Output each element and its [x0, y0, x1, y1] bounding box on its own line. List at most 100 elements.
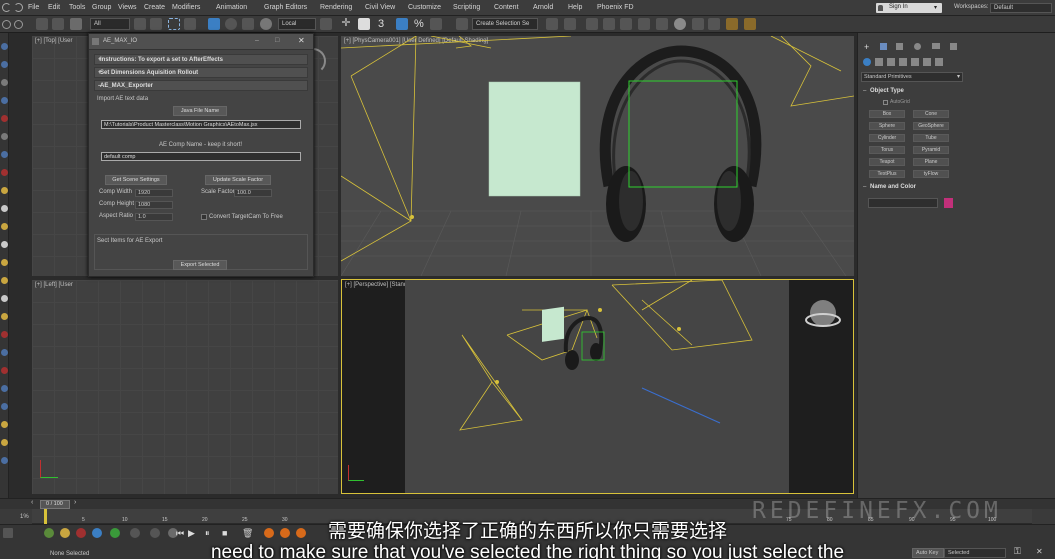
menu-animation[interactable]: Animation [216, 0, 247, 16]
export-selected-button[interactable]: Export Selected [173, 260, 227, 270]
sphere-button[interactable]: Sphere [869, 122, 905, 130]
object-type-header[interactable]: Object Type [870, 88, 904, 94]
scale-icon[interactable] [242, 18, 254, 30]
tool-icon-16[interactable] [1, 313, 8, 320]
modify-tab-icon[interactable] [880, 43, 887, 50]
tool-icon-1[interactable] [1, 43, 8, 50]
motion-tab-icon[interactable] [914, 43, 921, 50]
primitives-dropdown[interactable]: Standard Primitives ▾ [861, 72, 963, 82]
minimize-icon[interactable]: – [255, 37, 259, 44]
render-production-icon[interactable] [726, 18, 738, 30]
curve-editor-icon[interactable] [638, 18, 650, 30]
tool-icon-9[interactable] [1, 187, 8, 194]
tool-icon-4[interactable] [1, 97, 8, 104]
tool-icon-18[interactable] [1, 349, 8, 356]
rollout-dimensions[interactable]: Set Dimensions Aquisition Rollout + [94, 67, 308, 78]
hierarchy-tab-icon[interactable] [896, 43, 903, 50]
object-color-swatch[interactable] [944, 198, 953, 208]
unlink-icon[interactable] [52, 18, 64, 30]
material-editor-icon[interactable] [674, 18, 686, 30]
redo-icon[interactable] [14, 3, 23, 12]
sign-in-dropdown[interactable]: Sign In ▾ [876, 3, 942, 13]
render-setup-icon[interactable] [692, 18, 704, 30]
helpers-icon[interactable] [911, 58, 919, 66]
teapot-button[interactable]: Teapot [869, 158, 905, 166]
menu-create[interactable]: Create [144, 0, 165, 16]
rollout-exporter[interactable]: AE_MAX_Exporter – [94, 80, 308, 91]
placement-icon[interactable] [260, 18, 272, 30]
align-icon[interactable] [564, 18, 576, 30]
layer-explorer-icon[interactable] [603, 18, 615, 30]
java-file-name-button[interactable]: Java File Name [173, 106, 227, 116]
menu-tools[interactable]: Tools [69, 0, 85, 16]
shapes-icon[interactable] [875, 58, 883, 66]
rendered-frame-icon[interactable] [708, 18, 720, 30]
tool-icon-21[interactable] [1, 403, 8, 410]
torus-button[interactable]: Torus [869, 146, 905, 154]
timeline-left-arrow-icon[interactable]: ‹ [31, 499, 33, 506]
mirror-icon[interactable] [546, 18, 558, 30]
aspect-ratio-spinner[interactable]: 1.0 [135, 213, 173, 221]
update-scale-factor-button[interactable]: Update Scale Factor [205, 175, 271, 185]
autogrid-checkbox[interactable] [883, 100, 888, 105]
cone-button[interactable]: Cone [913, 110, 949, 118]
create-tab-icon[interactable]: + [864, 42, 869, 52]
menu-civil-view[interactable]: Civil View [365, 0, 395, 16]
menu-views[interactable]: Views [118, 0, 137, 16]
menu-modifiers[interactable]: Modifiers [172, 0, 200, 16]
menu-graph-editors[interactable]: Graph Editors [264, 0, 307, 16]
scene-explorer-icon[interactable] [586, 18, 598, 30]
tool-icon-23[interactable] [1, 439, 8, 446]
systems-icon[interactable] [935, 58, 943, 66]
select-by-name-icon[interactable] [150, 18, 162, 30]
rectangle-region-icon[interactable] [168, 18, 180, 30]
tool-icon-22[interactable] [1, 421, 8, 428]
tool-icon-6[interactable] [1, 133, 8, 140]
tube-button[interactable]: Tube [913, 134, 949, 142]
convert-targetcam-checkbox[interactable] [201, 214, 207, 220]
tool-icon-2[interactable] [1, 61, 8, 68]
keyboard-shortcut-icon[interactable] [358, 18, 370, 30]
scale-factor-spinner[interactable]: 100.0 [234, 189, 272, 197]
tool-icon-24[interactable] [1, 457, 8, 464]
tool-icon-3[interactable] [1, 79, 8, 86]
percent-snap-icon[interactable]: % [414, 18, 426, 30]
angle-snap-icon[interactable] [396, 18, 408, 30]
tool-icon-8[interactable] [1, 169, 8, 176]
plane-button[interactable]: Plane [913, 158, 949, 166]
ribbon-icon[interactable] [620, 18, 632, 30]
comp-height-spinner[interactable]: 1080 [135, 201, 173, 209]
move-icon[interactable] [208, 18, 220, 30]
viewport-top-label[interactable]: [+] [Top] [User [35, 38, 73, 44]
schematic-view-icon[interactable] [656, 18, 668, 30]
pyramid-button[interactable]: Pyramid [913, 146, 949, 154]
tool-icon-19[interactable] [1, 367, 8, 374]
display-tab-icon[interactable] [932, 43, 940, 49]
jsx-path-field[interactable]: M:\Tutorials\Product Masterclass\Motion … [101, 120, 301, 129]
bind-spacewarp-icon[interactable] [70, 18, 82, 30]
redo-toolbar-icon[interactable] [14, 20, 23, 29]
timeline-right-arrow-icon[interactable]: › [74, 499, 76, 506]
menu-file[interactable]: File [28, 0, 39, 16]
get-scene-settings-button[interactable]: Get Scene Settings [105, 175, 167, 185]
undo-toolbar-icon[interactable] [2, 20, 11, 29]
tool-icon-12[interactable] [1, 241, 8, 248]
tool-icon-5[interactable] [1, 115, 8, 122]
cameras-icon[interactable] [899, 58, 907, 66]
menu-help[interactable]: Help [568, 0, 582, 16]
edit-named-selection-icon[interactable] [456, 18, 468, 30]
select-link-icon[interactable] [36, 18, 48, 30]
viewport-left[interactable]: [+] [Left] [User [32, 280, 338, 494]
menu-phoenix-fd[interactable]: Phoenix FD [597, 0, 634, 16]
maximize-icon[interactable]: □ [275, 37, 279, 44]
tool-icon-15[interactable] [1, 295, 8, 302]
tool-icon-7[interactable] [1, 151, 8, 158]
tool-icon-20[interactable] [1, 385, 8, 392]
undo-icon[interactable] [2, 3, 11, 12]
geometry-icon[interactable] [863, 58, 871, 66]
menu-edit[interactable]: Edit [48, 0, 60, 16]
rotate-icon[interactable] [225, 18, 237, 30]
object-name-field[interactable] [868, 198, 938, 208]
selection-set-dropdown[interactable]: Create Selection Se [472, 18, 538, 30]
select-object-icon[interactable] [134, 18, 146, 30]
